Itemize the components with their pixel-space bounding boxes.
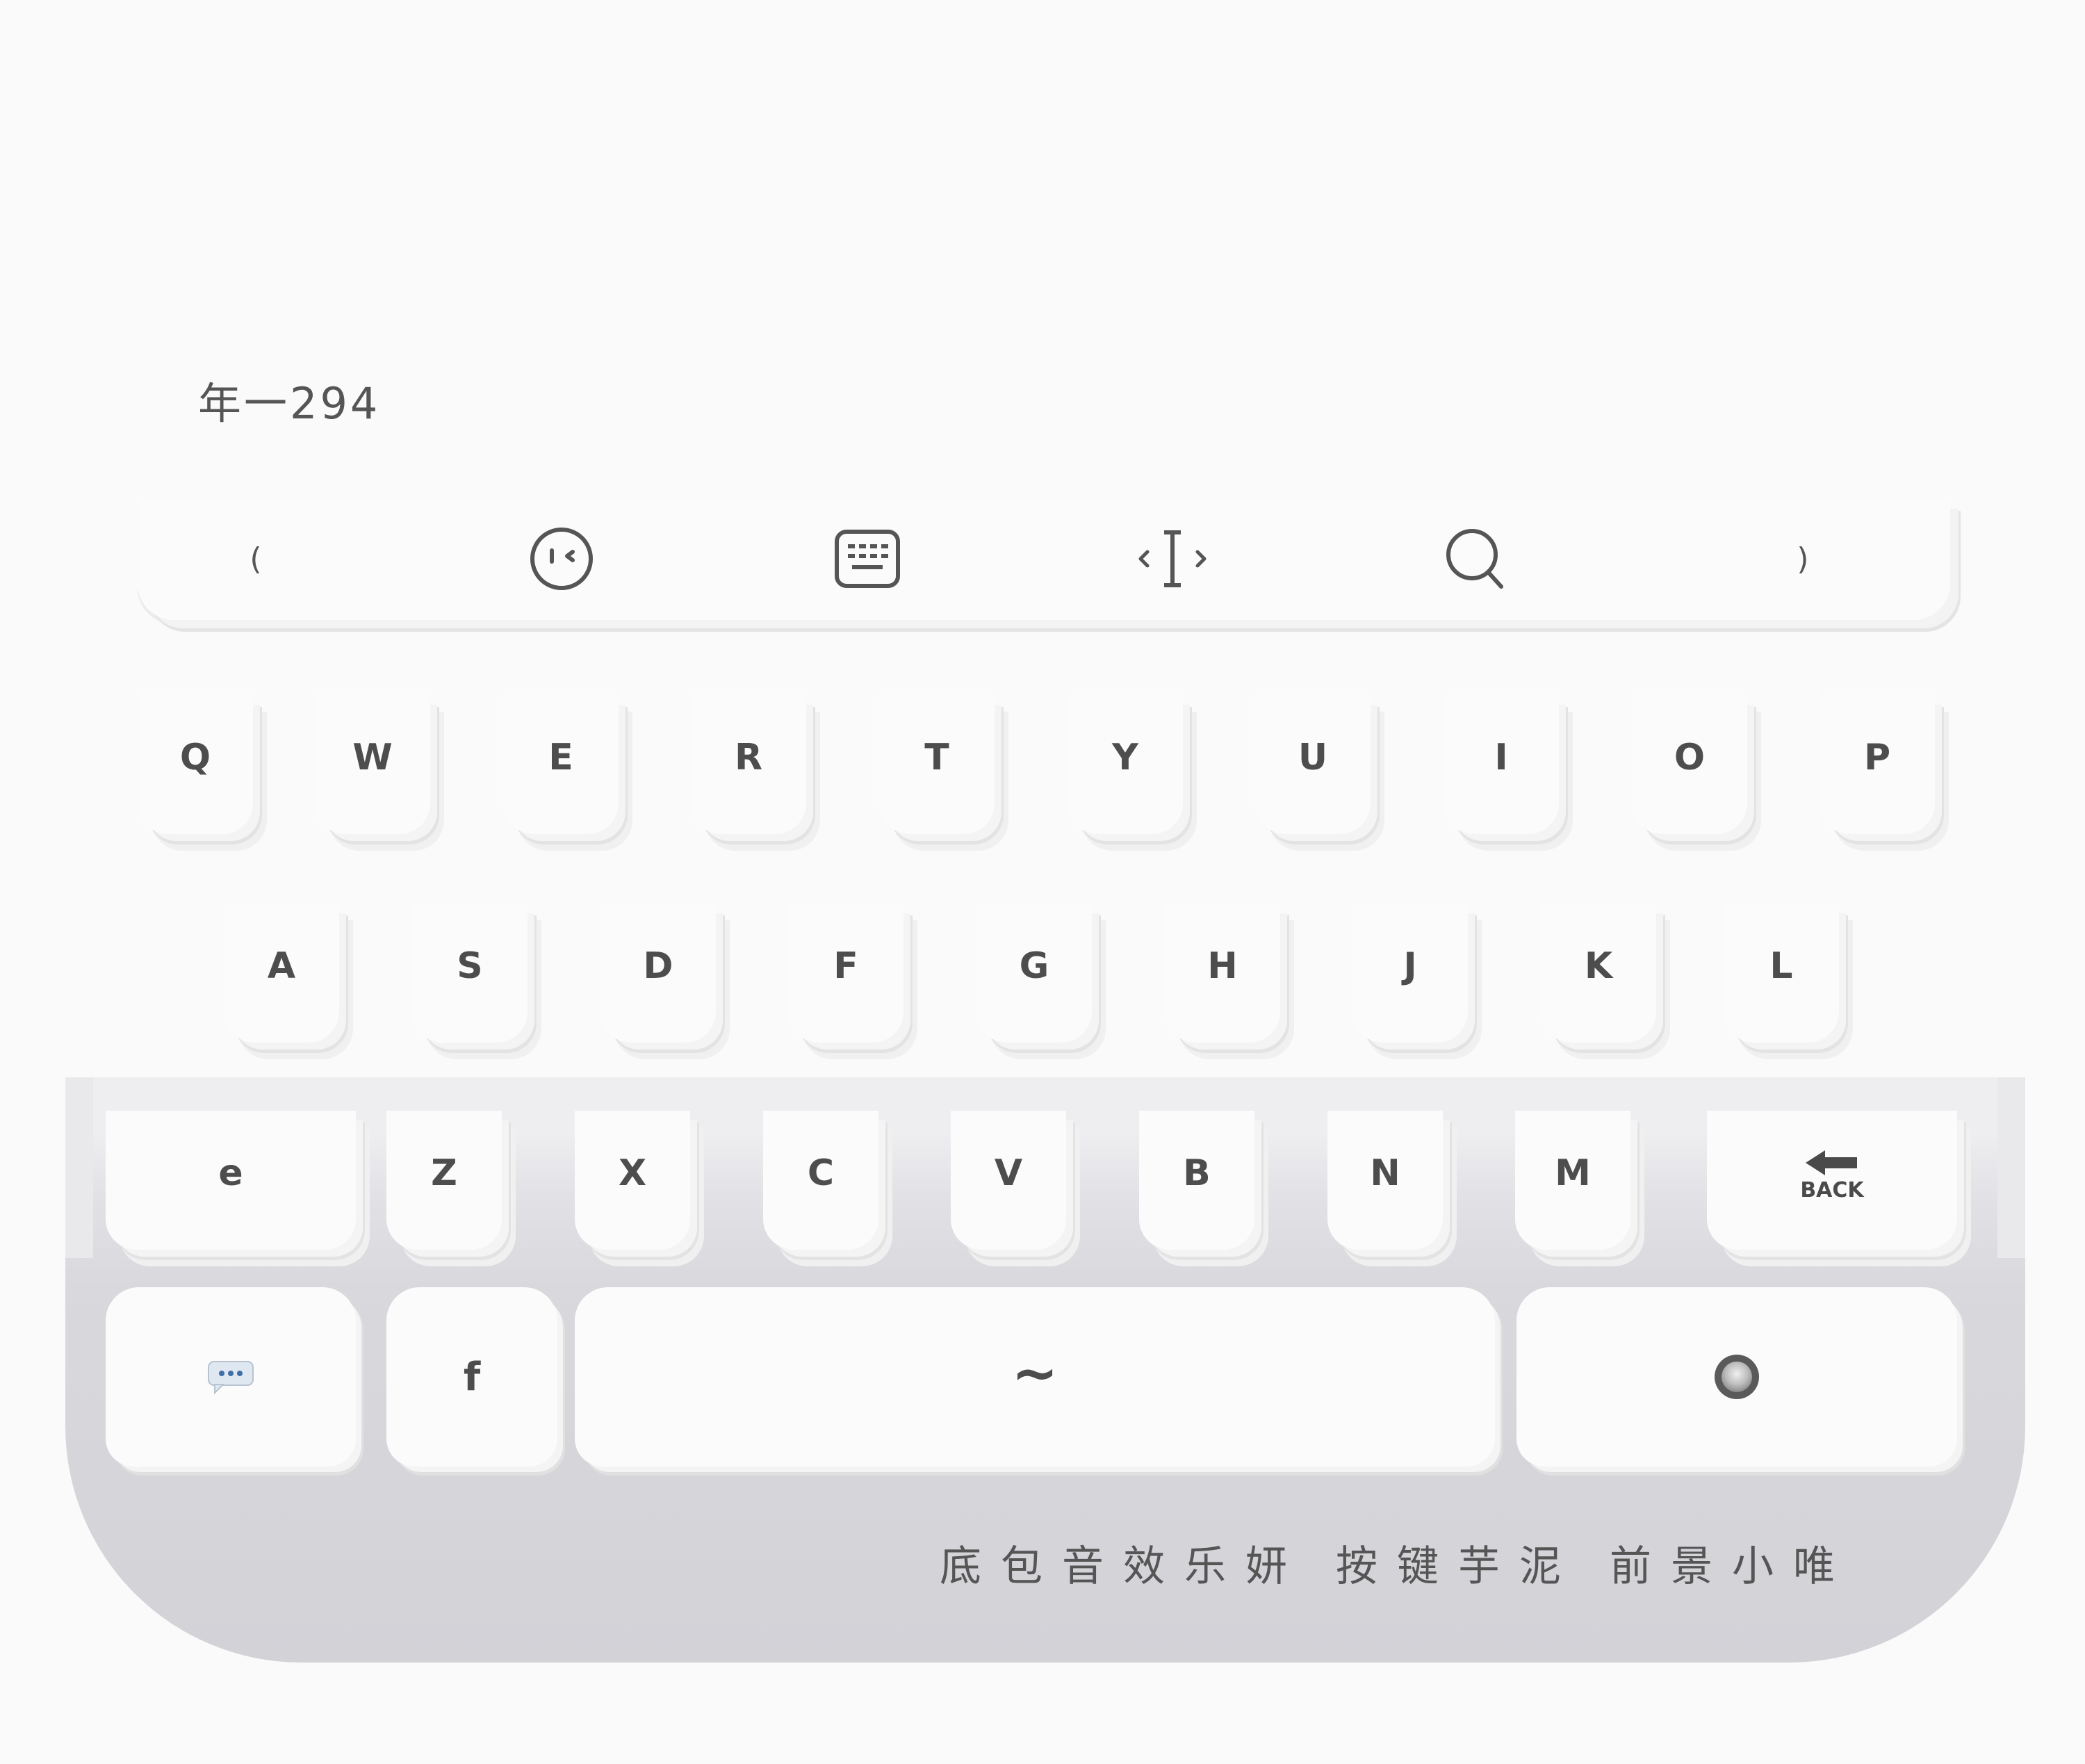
key-j[interactable]: J xyxy=(1352,904,1468,1043)
space-key[interactable]: ~ xyxy=(575,1287,1495,1467)
emoji-face-glyph xyxy=(530,528,593,590)
key-a[interactable]: A xyxy=(224,904,339,1043)
key-b[interactable]: B xyxy=(1139,1111,1254,1250)
shell-shoulder-left xyxy=(65,1077,93,1258)
keyboard-theme-screen: 年一294 () Q W E R T Y U I O P A S D F G … xyxy=(0,0,2085,1764)
chat-key[interactable] xyxy=(106,1287,356,1467)
space-tilde: ~ xyxy=(1011,1340,1058,1405)
search-icon[interactable] xyxy=(1441,498,1511,620)
key-y[interactable]: Y xyxy=(1068,695,1183,834)
back-arrow-icon xyxy=(1806,1150,1857,1175)
credit-sound: 底包音效乐妍 xyxy=(940,1542,1307,1591)
key-g[interactable]: G xyxy=(976,904,1092,1043)
key-c[interactable]: C xyxy=(763,1111,878,1250)
shift-key[interactable]: e xyxy=(106,1111,356,1250)
key-n[interactable]: N xyxy=(1327,1111,1443,1250)
key-p[interactable]: P xyxy=(1820,695,1935,834)
toolbar-right-paren: ) xyxy=(1797,541,1809,577)
symbol-key[interactable]: f xyxy=(386,1287,557,1467)
back-label: BACK xyxy=(1800,1177,1864,1202)
keyboard-icon[interactable] xyxy=(833,498,902,620)
key-m[interactable]: M xyxy=(1515,1111,1630,1250)
speech-bubble-icon xyxy=(208,1361,254,1394)
key-h[interactable]: H xyxy=(1165,904,1280,1043)
text-cursor-glyph xyxy=(1138,530,1207,587)
key-o[interactable]: O xyxy=(1632,695,1747,834)
key-f[interactable]: F xyxy=(788,904,903,1043)
credit-keys: 按键芋泥 xyxy=(1336,1542,1580,1591)
key-u[interactable]: U xyxy=(1255,695,1371,834)
key-r[interactable]: R xyxy=(691,695,806,834)
toolbar-left-paren: ( xyxy=(250,541,262,577)
search-glyph xyxy=(1446,529,1503,589)
backspace-key[interactable]: BACK xyxy=(1707,1111,1957,1250)
circle-button-icon xyxy=(1715,1355,1759,1399)
key-l[interactable]: L xyxy=(1724,904,1839,1043)
key-q[interactable]: Q xyxy=(138,695,253,834)
theme-credits: 底包音效乐妍 按键芋泥 前景小唯 xyxy=(940,1533,1854,1593)
key-w[interactable]: W xyxy=(315,695,430,834)
shell-shoulder-right xyxy=(1997,1077,2025,1258)
key-i[interactable]: I xyxy=(1444,695,1559,834)
theme-label: 年一294 xyxy=(198,378,381,429)
key-x[interactable]: X xyxy=(575,1111,690,1250)
emoji-face-icon[interactable] xyxy=(527,498,596,620)
keyboard-glyph xyxy=(835,530,900,588)
key-d[interactable]: D xyxy=(600,904,716,1043)
key-z[interactable]: Z xyxy=(386,1111,502,1250)
keyboard-toolbar: () xyxy=(138,498,1950,620)
text-cursor-icon[interactable] xyxy=(1134,498,1211,620)
key-s[interactable]: S xyxy=(412,904,528,1043)
key-k[interactable]: K xyxy=(1541,904,1656,1043)
enter-key[interactable] xyxy=(1516,1287,1957,1467)
key-e[interactable]: E xyxy=(503,695,619,834)
key-t[interactable]: T xyxy=(879,695,995,834)
credit-foreground: 前景小唯 xyxy=(1610,1542,1854,1591)
key-v[interactable]: V xyxy=(951,1111,1066,1250)
